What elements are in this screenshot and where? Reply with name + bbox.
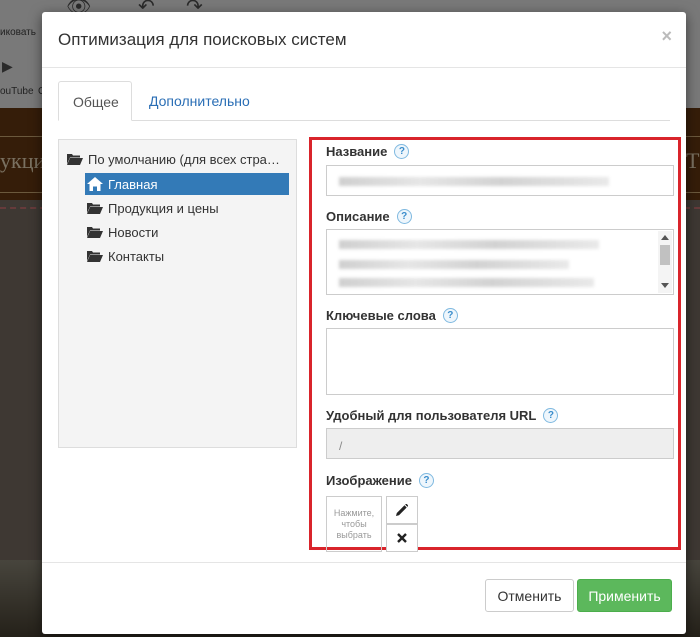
page-tree: По умолчанию (для всех стра… Главная Про…: [58, 139, 297, 448]
apply-button[interactable]: Применить: [577, 579, 672, 612]
dialog-header: Оптимизация для поисковых систем ×: [42, 12, 686, 68]
name-label: Название: [326, 144, 388, 159]
dialog-tabs: Общее Дополнительно: [58, 81, 670, 121]
pencil-icon: [396, 504, 408, 516]
blurred-text: [339, 240, 599, 249]
tree-item-contacts[interactable]: Контакты: [85, 245, 289, 267]
keywords-label: Ключевые слова: [326, 308, 436, 323]
seo-form-highlight: Название ? Описание ? Ключевые слова ? У…: [309, 137, 681, 552]
dialog-title: Оптимизация для поисковых систем: [58, 30, 347, 49]
tree-item-home[interactable]: Главная: [85, 173, 289, 195]
blurred-text: [339, 278, 594, 287]
tree-item-label: Контакты: [108, 248, 165, 264]
remove-image-button[interactable]: [386, 524, 418, 552]
help-icon[interactable]: ?: [442, 308, 458, 323]
url-value: /: [339, 439, 343, 453]
url-label: Удобный для пользователя URL: [326, 408, 537, 423]
description-label: Описание: [326, 209, 390, 224]
blurred-text: [339, 260, 569, 269]
folder-open-icon: [67, 154, 83, 165]
tree-item-label: Продукция и цены: [108, 200, 219, 216]
tab-general[interactable]: Общее: [58, 81, 132, 121]
scroll-up-arrow-icon[interactable]: [661, 235, 669, 240]
description-label-row: Описание ?: [326, 209, 412, 224]
folder-open-icon: [87, 203, 103, 214]
tree-item-products[interactable]: Продукция и цены: [85, 197, 289, 219]
cancel-button[interactable]: Отменить: [485, 579, 574, 612]
url-label-row: Удобный для пользователя URL ?: [326, 408, 559, 423]
keywords-textarea[interactable]: [326, 328, 674, 395]
seo-dialog: Оптимизация для поисковых систем × Общее…: [42, 12, 686, 634]
image-picker-text: Нажмите, чтобы выбрать: [333, 507, 375, 540]
help-icon[interactable]: ?: [396, 209, 412, 224]
close-button[interactable]: ×: [661, 26, 672, 47]
dialog-footer: Отменить Применить: [42, 562, 686, 634]
tree-item-news[interactable]: Новости: [85, 221, 289, 243]
tree-item-label: Новости: [108, 224, 159, 240]
description-textarea[interactable]: [326, 229, 674, 295]
scroll-down-arrow-icon[interactable]: [661, 283, 669, 288]
blurred-text: [339, 177, 609, 186]
name-input[interactable]: [326, 165, 674, 196]
close-icon: [397, 533, 407, 543]
tab-advanced[interactable]: Дополнительно: [135, 81, 264, 121]
help-icon[interactable]: ?: [418, 473, 434, 488]
image-label: Изображение: [326, 473, 412, 488]
tree-item-root[interactable]: По умолчанию (для всех стра…: [67, 148, 292, 170]
edit-image-button[interactable]: [386, 496, 418, 524]
folder-open-icon: [87, 227, 103, 238]
tree-item-label: Главная: [108, 176, 158, 192]
textarea-scrollbar[interactable]: [658, 231, 672, 293]
name-label-row: Название ?: [326, 144, 410, 159]
scroll-thumb[interactable]: [660, 245, 670, 265]
help-icon[interactable]: ?: [394, 144, 410, 159]
url-input: /: [326, 428, 674, 459]
image-picker[interactable]: Нажмите, чтобы выбрать: [326, 496, 382, 552]
tree-item-label: По умолчанию (для всех стра…: [88, 151, 280, 167]
image-label-row: Изображение ?: [326, 473, 434, 488]
home-icon: [87, 177, 103, 191]
help-icon[interactable]: ?: [543, 408, 559, 423]
folder-open-icon: [87, 251, 103, 262]
keywords-label-row: Ключевые слова ?: [326, 308, 458, 323]
